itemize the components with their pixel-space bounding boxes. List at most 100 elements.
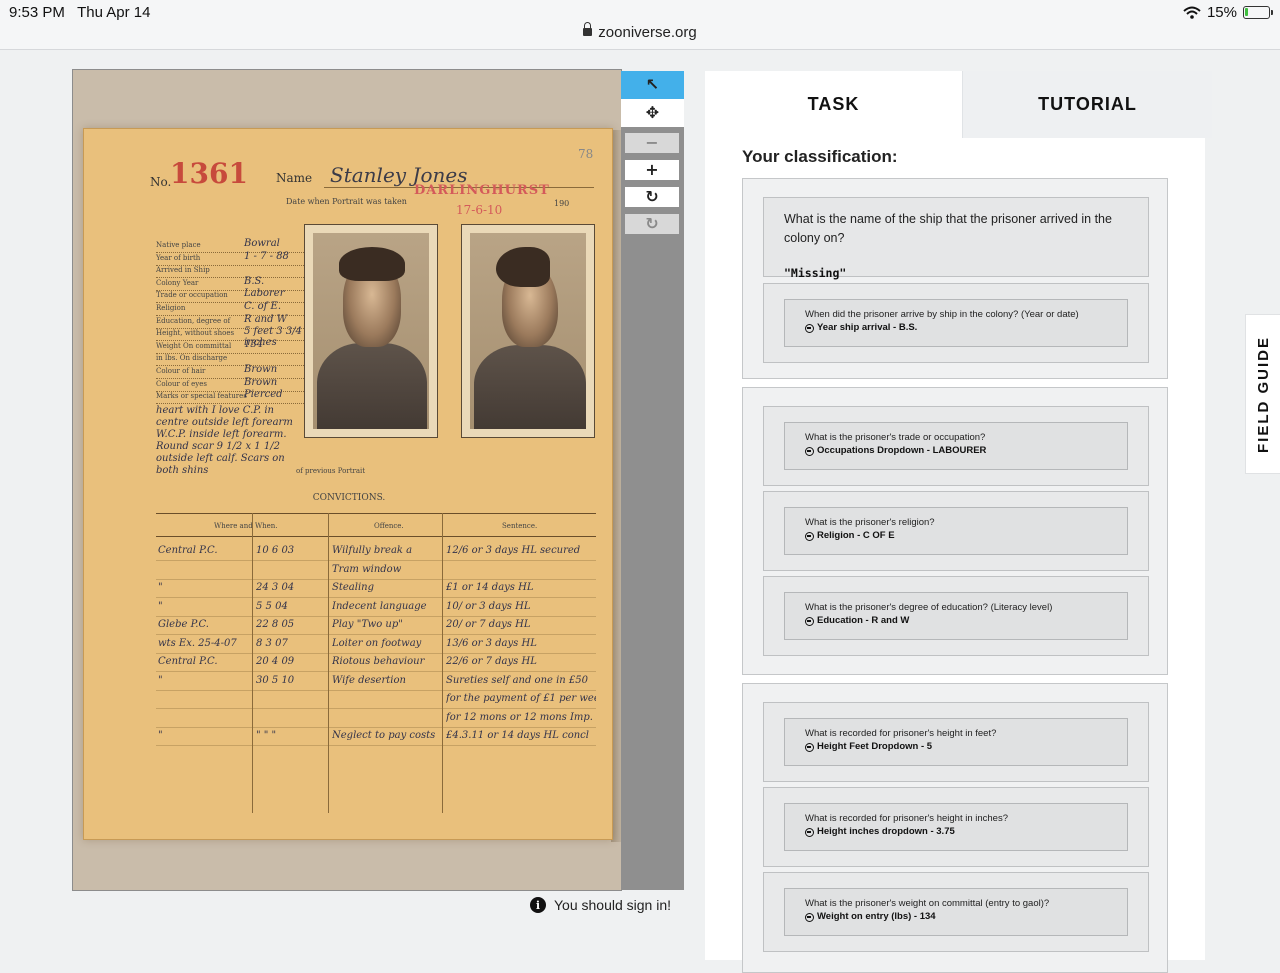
annotation-card[interactable]: What is recorded for prisoner's height i… — [763, 702, 1149, 782]
conviction-row: " " " " Neglect to pay costs £4.3.11 or 14 … — [156, 728, 596, 746]
marks-text: heart with I love C.P. in centre outside… — [156, 405, 293, 476]
annotation-question: What is recorded for prisoner's height i… — [805, 813, 1008, 824]
annotation-card[interactable]: What is recorded for prisoner's height i… — [763, 787, 1149, 867]
minus-circle-icon[interactable] — [805, 531, 814, 541]
subject-viewer[interactable]: No. 1361 78 Name Stanley Jones DARLINGHU… — [72, 69, 622, 891]
annotation-answer: Height inches dropdown - 3.75 — [805, 825, 1107, 839]
conviction-row: wts Ex. 25-4-07 8 3 07 Loiter on footway 13… — [156, 636, 596, 654]
conviction-row: " 5 5 04 Indecent language 10/ or 3 days HL — [156, 599, 596, 617]
battery-level — [1245, 8, 1248, 16]
field-guide-button[interactable]: FIELD GUIDE — [1245, 314, 1280, 474]
tab-task[interactable]: TASK — [705, 71, 962, 138]
address-bar[interactable]: zooniverse.org — [0, 22, 1280, 41]
reset-icon: ↻ — [645, 214, 659, 233]
conviction-where: " — [158, 582, 163, 593]
ship-name-card[interactable]: What is the name of the ship that the pr… — [763, 197, 1149, 280]
previous-portrait-label: of previous Portrait — [296, 467, 366, 475]
annotation-question: What is the prisoner's trade or occupati… — [805, 432, 986, 443]
conviction-sentence: 10/ or 3 days HL — [446, 600, 531, 612]
conviction-where: Central P.C. — [158, 656, 218, 667]
status-right: 15% — [1183, 4, 1273, 21]
field-value: Pierced — [244, 389, 283, 401]
annotation-card[interactable]: What is the prisoner's weight on committ… — [763, 872, 1149, 952]
portrait-date-label: Date when Portrait was taken — [286, 197, 407, 206]
zoom-out-button[interactable]: − — [625, 133, 679, 153]
panel-tabs: TASK TUTORIAL — [705, 71, 1212, 138]
annotation-question: When did the prisoner arrive by ship in … — [805, 309, 1079, 320]
gaol-stamp: DARLINGHURST — [414, 183, 550, 198]
wifi-icon — [1183, 6, 1201, 19]
convictions-header: Where and When. Offence. Sentence. — [156, 513, 596, 537]
date: Thu Apr 14 — [77, 4, 151, 21]
annotation-card[interactable]: What is the prisoner's religion? Religio… — [763, 491, 1149, 571]
conviction-row: Central P.C. 20 4 09 Riotous behaviour 22/6… — [156, 654, 596, 672]
profile-photo — [461, 224, 595, 438]
annotation-answer-text: Weight on entry (lbs) - 134 — [817, 911, 936, 922]
conviction-date: 20 4 09 — [256, 656, 295, 667]
field-label: in lbs. On discharge — [156, 354, 228, 363]
annotation-question: What is the prisoner's religion? — [805, 517, 935, 528]
conviction-date: 8 3 07 — [256, 637, 288, 649]
field-label: Height, without shoes — [156, 329, 235, 338]
field-label: Colony Year — [156, 278, 199, 287]
conviction-row: " 30 5 10 Wife desertion Sureties self and … — [156, 673, 596, 691]
ship-answer: "Missing" — [784, 266, 847, 280]
minus-circle-icon[interactable] — [805, 616, 814, 626]
rotate-button[interactable]: ↻ — [625, 187, 679, 207]
zoom-in-icon: + — [645, 160, 659, 179]
conviction-sentence: 12/6 or 3 days HL secured — [446, 545, 581, 556]
conviction-sentence: 13/6 or 3 days HL — [446, 637, 537, 649]
conviction-sentence: £4.3.11 or 14 days HL concl — [446, 730, 589, 741]
conviction-offence: Wilfully break a — [332, 545, 413, 556]
conviction-offence: Neglect to pay costs — [332, 730, 436, 741]
annotation-box: What is recorded for prisoner's height i… — [784, 718, 1128, 766]
minus-circle-icon[interactable] — [805, 323, 814, 333]
conviction-where: " — [158, 730, 163, 741]
front-body — [317, 343, 427, 429]
field-value: Brown — [244, 364, 278, 375]
minus-circle-icon[interactable] — [805, 912, 814, 922]
annotation-answer-text: Year ship arrival - B.S. — [817, 322, 918, 333]
convictions-title: CONVICTIONS. — [312, 493, 386, 503]
zoom-in-button[interactable]: + — [625, 160, 679, 180]
conviction-where: wts Ex. 25-4-07 — [158, 637, 237, 649]
year-label: 190 — [554, 199, 570, 208]
minus-circle-icon[interactable] — [805, 827, 814, 837]
reset-view-button[interactable]: ↻ — [625, 214, 679, 234]
annotation-card[interactable]: What is the prisoner's degree of educati… — [763, 576, 1149, 656]
annotation-card[interactable]: What is the prisoner's trade or occupati… — [763, 406, 1149, 486]
annotation-answer: Education - R and W — [805, 614, 1107, 628]
conviction-where: " — [158, 674, 163, 686]
conviction-sentence: £1 or 14 days HL — [446, 582, 534, 593]
field-label: Religion — [156, 304, 186, 312]
classification-heading: Your classification: — [742, 147, 898, 166]
description-field: Colour of hair Brown — [156, 364, 304, 379]
conviction-offence: Play "Two up" — [332, 619, 403, 630]
minus-circle-icon[interactable] — [805, 446, 814, 456]
conviction-sentence: for 12 mons or 12 mons Imp. — [446, 711, 593, 723]
conviction-offence: Riotous behaviour — [332, 656, 425, 667]
conviction-where: Glebe P.C. — [158, 619, 209, 630]
tab-tutorial[interactable]: TUTORIAL — [962, 71, 1212, 138]
conviction-offence: Wife desertion — [332, 674, 406, 686]
sign-in-text: You should sign in! — [554, 897, 672, 913]
annotation-answer-text: Height inches dropdown - 3.75 — [817, 826, 955, 837]
description-field: Height, without shoes 5 feet 3 3/4 inches — [156, 326, 304, 348]
profile-portrait — [470, 233, 586, 429]
conviction-offence: Indecent language — [332, 600, 427, 612]
annotation-box: What is the prisoner's religion? Religio… — [784, 507, 1128, 555]
conviction-date: 24 3 04 — [256, 582, 295, 593]
minus-circle-icon[interactable] — [805, 742, 814, 752]
conviction-sentence: 20/ or 7 days HL — [446, 619, 531, 630]
annotation-question: What is the prisoner's degree of educati… — [805, 602, 1053, 613]
description-field: Arrived in Ship — [156, 266, 304, 279]
move-tool-button[interactable]: ✥ — [621, 99, 684, 127]
pointer-tool-button[interactable]: ↖ — [621, 71, 684, 99]
field-label: Trade or occupation — [156, 291, 228, 300]
sign-in-notice[interactable]: i You should sign in! — [530, 897, 671, 913]
conviction-sentence: 22/6 or 7 days HL — [446, 656, 537, 667]
annotation-card[interactable]: When did the prisoner arrive by ship in … — [763, 283, 1149, 363]
conviction-date: 5 5 04 — [256, 600, 288, 612]
field-label: Year of birth — [156, 253, 201, 262]
annotation-answer: Weight on entry (lbs) - 134 — [805, 910, 1107, 924]
